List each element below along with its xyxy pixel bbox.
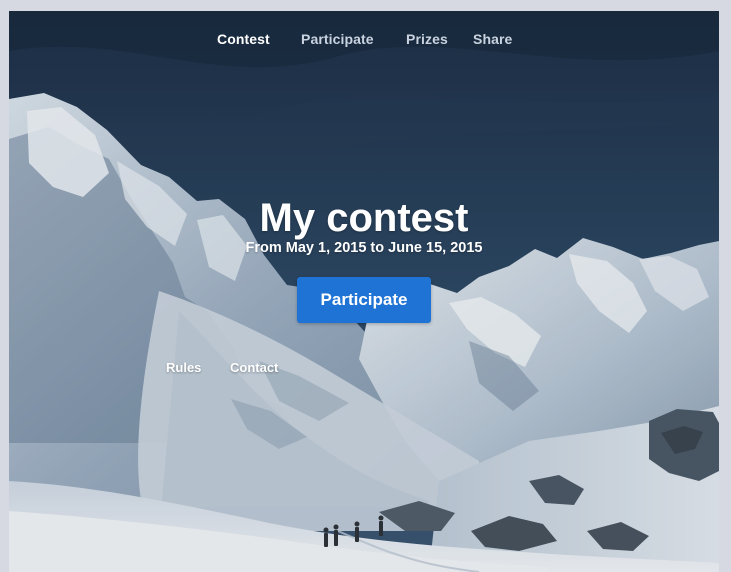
footer-link-contact[interactable]: Contact [230,360,278,375]
contest-date-range: From May 1, 2015 to June 15, 2015 [245,240,483,256]
contest-page: Contest Participate Prizes Share My cont… [9,11,719,572]
top-navigation: Contest Participate Prizes Share [9,31,719,53]
nav-item-contest[interactable]: Contest [217,31,270,47]
nav-item-participate[interactable]: Participate [301,31,374,47]
footer-links: Rules Contact [9,360,719,380]
participate-button[interactable]: Participate [297,277,431,323]
nav-item-share[interactable]: Share [473,31,512,47]
page-title: My contest [259,195,469,240]
nav-item-prizes[interactable]: Prizes [406,31,448,47]
footer-link-rules[interactable]: Rules [166,360,201,375]
